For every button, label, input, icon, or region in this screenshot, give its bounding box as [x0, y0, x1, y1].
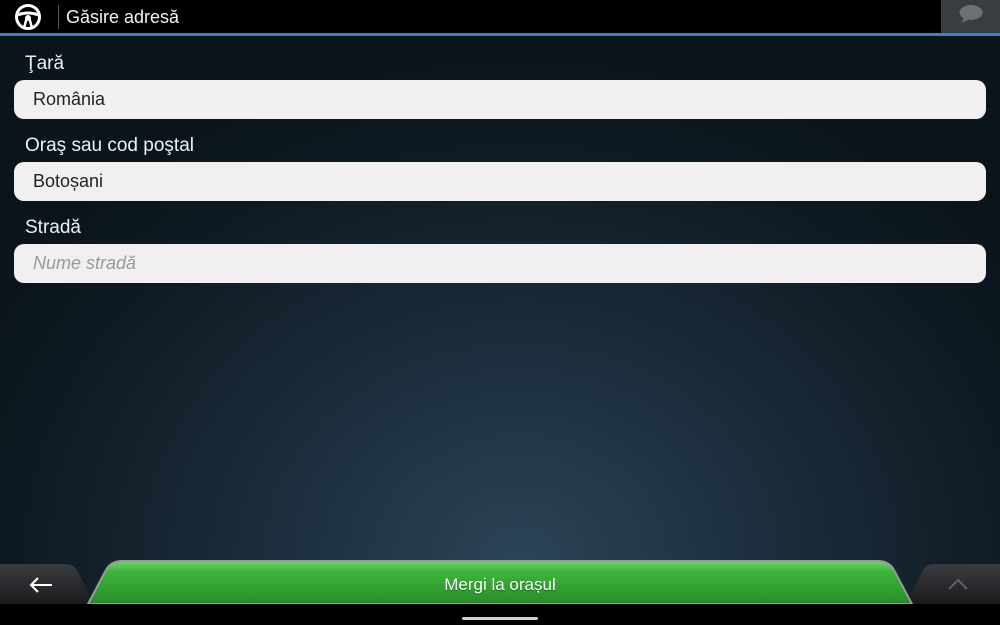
title-separator — [58, 5, 59, 29]
arrow-left-icon — [28, 575, 54, 600]
title-bar-accent-line — [0, 33, 1000, 36]
system-navigation-bar — [0, 604, 1000, 625]
steering-wheel-icon[interactable] — [14, 3, 42, 31]
messages-button[interactable] — [941, 0, 1000, 33]
country-label: Ţară — [25, 53, 65, 74]
country-field[interactable] — [14, 80, 986, 119]
go-to-city-label: Mergi la orașul — [444, 575, 556, 594]
city-field[interactable] — [14, 162, 986, 201]
home-indicator[interactable] — [462, 617, 538, 620]
title-bar: Găsire adresă — [0, 0, 1000, 33]
page-title: Găsire adresă — [66, 7, 180, 27]
speech-bubble-icon — [958, 4, 984, 29]
street-label: Stradă — [25, 217, 81, 238]
chevron-up-icon — [947, 577, 969, 596]
street-field[interactable] — [14, 244, 986, 283]
city-label: Oraş sau cod poştal — [25, 135, 194, 156]
